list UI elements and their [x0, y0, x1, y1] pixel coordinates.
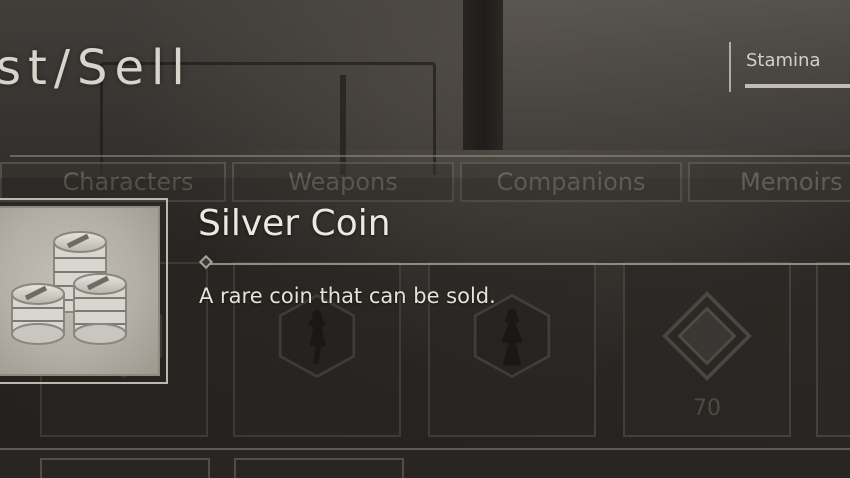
stamina-label: Stamina	[746, 50, 821, 71]
background-column	[340, 75, 426, 175]
item-name: Silver Coin	[198, 203, 391, 244]
screen-title: st/Sell	[0, 40, 192, 96]
bottom-button-2[interactable]	[234, 458, 404, 478]
item-thumbnail-frame	[0, 198, 168, 384]
background-pillar	[463, 0, 503, 150]
item-divider	[208, 263, 850, 265]
bottom-button-1[interactable]	[40, 458, 210, 478]
stamina-divider	[729, 42, 731, 92]
background-wall-right	[503, 0, 850, 150]
tab-strip-rule	[10, 155, 850, 157]
game-screen: st/Sell Stamina Characters Weapons Compa…	[0, 0, 850, 478]
bottom-rule	[0, 448, 850, 450]
item-description: A rare coin that can be sold.	[199, 284, 496, 308]
stamina-bar	[745, 84, 850, 88]
